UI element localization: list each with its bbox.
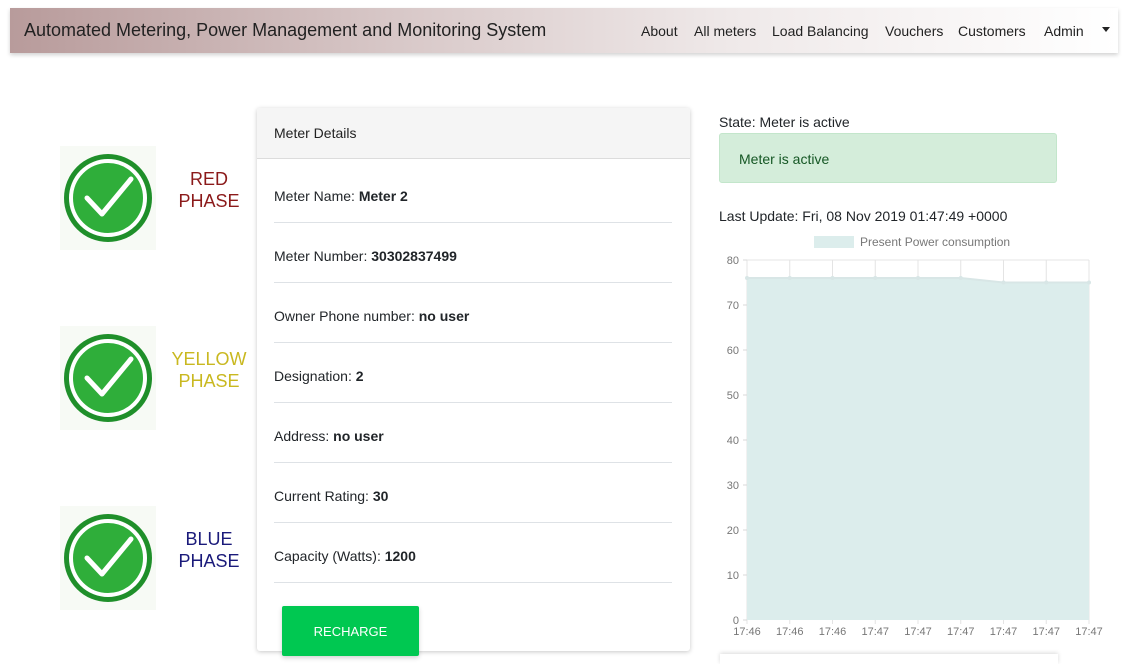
red-phase-indicator: RED PHASE	[60, 146, 260, 256]
detail-row-address: Address: no user	[274, 402, 672, 463]
last-update-label: Last Update: Fri, 08 Nov 2019 01:47:49 +…	[719, 208, 1008, 224]
x-tick-label: 17:46	[733, 626, 761, 638]
data-point	[958, 276, 963, 280]
y-tick-label: 70	[727, 300, 739, 312]
y-tick-label: 40	[727, 435, 739, 447]
status-alert: Meter is active	[719, 133, 1057, 183]
detail-label: Current Rating:	[274, 488, 373, 504]
top-navbar: Automated Metering, Power Management and…	[10, 8, 1118, 53]
detail-row-designation: Designation: 2	[274, 342, 672, 403]
legend-swatch	[814, 236, 854, 248]
data-point	[873, 276, 878, 280]
data-point	[745, 276, 749, 280]
y-tick-label: 20	[727, 525, 739, 537]
detail-label: Meter Name:	[274, 188, 359, 204]
x-tick-label: 17:47	[990, 626, 1018, 638]
blue-phase-label: BLUE PHASE	[178, 529, 240, 571]
status-alert-text: Meter is active	[739, 151, 830, 167]
x-tick-label: 17:47	[1075, 626, 1103, 638]
detail-row-current-rating: Current Rating: 30	[274, 462, 672, 523]
x-tick-label: 17:46	[819, 626, 847, 638]
caret-down-icon[interactable]	[1102, 27, 1110, 32]
detail-value: no user	[418, 308, 470, 324]
nav-admin-dropdown[interactable]: Admin	[1044, 23, 1084, 39]
meter-details-card: Meter Details Meter Name: Meter 2 Meter …	[257, 108, 690, 651]
data-point	[1001, 280, 1006, 285]
app-title[interactable]: Automated Metering, Power Management and…	[24, 20, 546, 41]
nav-customers[interactable]: Customers	[958, 23, 1026, 39]
detail-label: Meter Number:	[274, 248, 372, 264]
x-tick-label: 17:47	[1032, 626, 1060, 638]
data-point	[1087, 280, 1091, 285]
yellow-phase-indicator: YELLOW PHASE	[60, 326, 260, 436]
data-point	[830, 276, 835, 280]
power-consumption-chart: 0102030405060708017:46 17:46 17:46 17:47 17:…	[727, 235, 1103, 638]
data-point	[1044, 280, 1049, 285]
legend-label: Present Power consumption	[860, 235, 1010, 249]
nav-vouchers[interactable]: Vouchers	[885, 23, 943, 39]
detail-value: 1200	[384, 548, 416, 564]
y-tick-label: 10	[727, 570, 739, 582]
detail-row-owner-phone: Owner Phone number: no user	[274, 282, 672, 343]
check-circle-icon	[60, 326, 156, 430]
nav-all-meters[interactable]: All meters	[694, 23, 756, 39]
detail-row-meter-number: Meter Number: 30302837499	[274, 222, 672, 283]
yellow-phase-label: YELLOW PHASE	[171, 349, 247, 391]
detail-value: 30	[372, 488, 389, 504]
detail-value: 30302837499	[371, 248, 457, 264]
meter-state-label: State: Meter is active	[719, 114, 850, 130]
x-tick-label: 17:47	[904, 626, 932, 638]
check-circle-icon	[60, 506, 156, 610]
detail-row-meter-name: Meter Name: Meter 2	[274, 162, 672, 223]
recharge-button[interactable]: RECHARGE	[282, 606, 419, 656]
y-tick-label: 80	[727, 255, 739, 267]
detail-value: no user	[333, 428, 384, 444]
nav-load-balancing[interactable]: Load Balancing	[772, 23, 869, 39]
detail-value: Meter 2	[358, 188, 408, 204]
check-circle-icon	[60, 146, 156, 250]
detail-label: Designation:	[274, 368, 356, 384]
x-tick-label: 17:47	[861, 626, 889, 638]
detail-label: Capacity (Watts):	[274, 548, 385, 564]
card-header: Meter Details	[257, 108, 690, 159]
nav-about[interactable]: About	[641, 23, 678, 39]
detail-value: 2	[355, 368, 364, 384]
red-phase-label: RED PHASE	[178, 169, 240, 211]
x-tick-label: 17:47	[947, 626, 975, 638]
blue-phase-indicator: BLUE PHASE	[60, 506, 260, 616]
detail-label: Address:	[274, 428, 334, 444]
y-tick-label: 30	[727, 480, 739, 492]
detail-row-capacity: Capacity (Watts): 1200	[274, 522, 672, 583]
x-tick-label: 17:46	[776, 626, 804, 638]
area-fill	[747, 278, 1089, 620]
y-tick-label: 50	[727, 390, 739, 402]
data-point	[787, 276, 792, 280]
detail-label: Owner Phone number:	[274, 308, 419, 324]
card-title: Meter Details	[274, 125, 357, 141]
data-point	[916, 276, 920, 280]
bottom-card	[720, 654, 1058, 664]
y-tick-label: 60	[727, 345, 739, 357]
